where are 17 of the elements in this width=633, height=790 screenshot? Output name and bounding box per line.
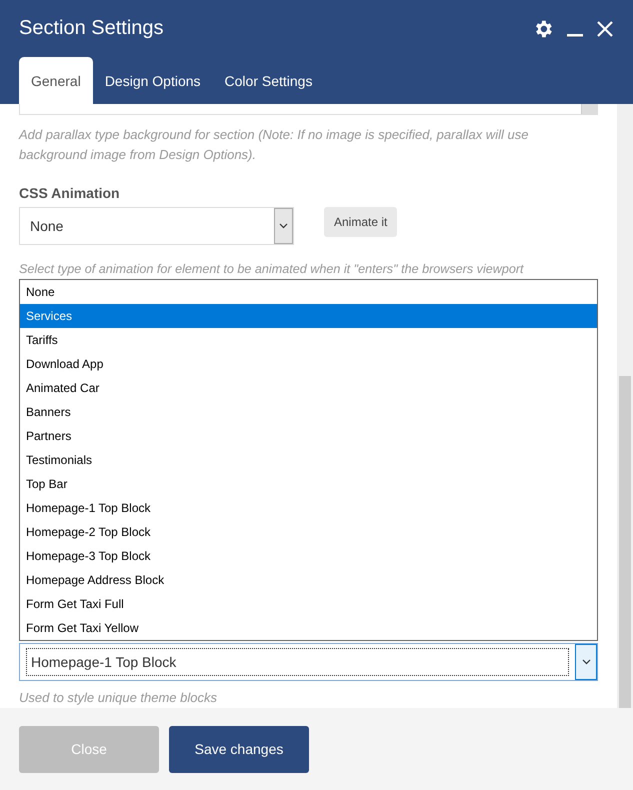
- help-text: Select type of animation for element to be animated when it "enters" the browsers viewport: [19, 261, 525, 278]
- field-label: CSS Animation: [19, 185, 121, 201]
- window-title: Section Settings: [19, 17, 165, 40]
- save-button[interactable]: Save changes: [169, 726, 309, 772]
- help-text: Used to style unique theme blocks: [19, 689, 218, 707]
- animate-button[interactable]: Animate it: [324, 207, 398, 237]
- tab[interactable]: General: [19, 57, 93, 104]
- help-text: Add parallax type background for section (Note: If no image is specified, parallax will use background image from Design Options).: [19, 126, 530, 164]
- dropdown-option[interactable]: Services: [20, 304, 597, 328]
- scrollbar[interactable]: [617, 104, 633, 708]
- chevron-down-icon: [582, 659, 590, 665]
- animation-select[interactable]: None: [19, 207, 294, 245]
- tab[interactable]: Color Settings: [212, 57, 324, 104]
- chevron-down-icon: [279, 223, 288, 229]
- close-icon[interactable]: [596, 20, 614, 38]
- block-select[interactable]: Homepage-1 Top Block: [19, 643, 598, 681]
- tab[interactable]: Design Options: [92, 57, 213, 104]
